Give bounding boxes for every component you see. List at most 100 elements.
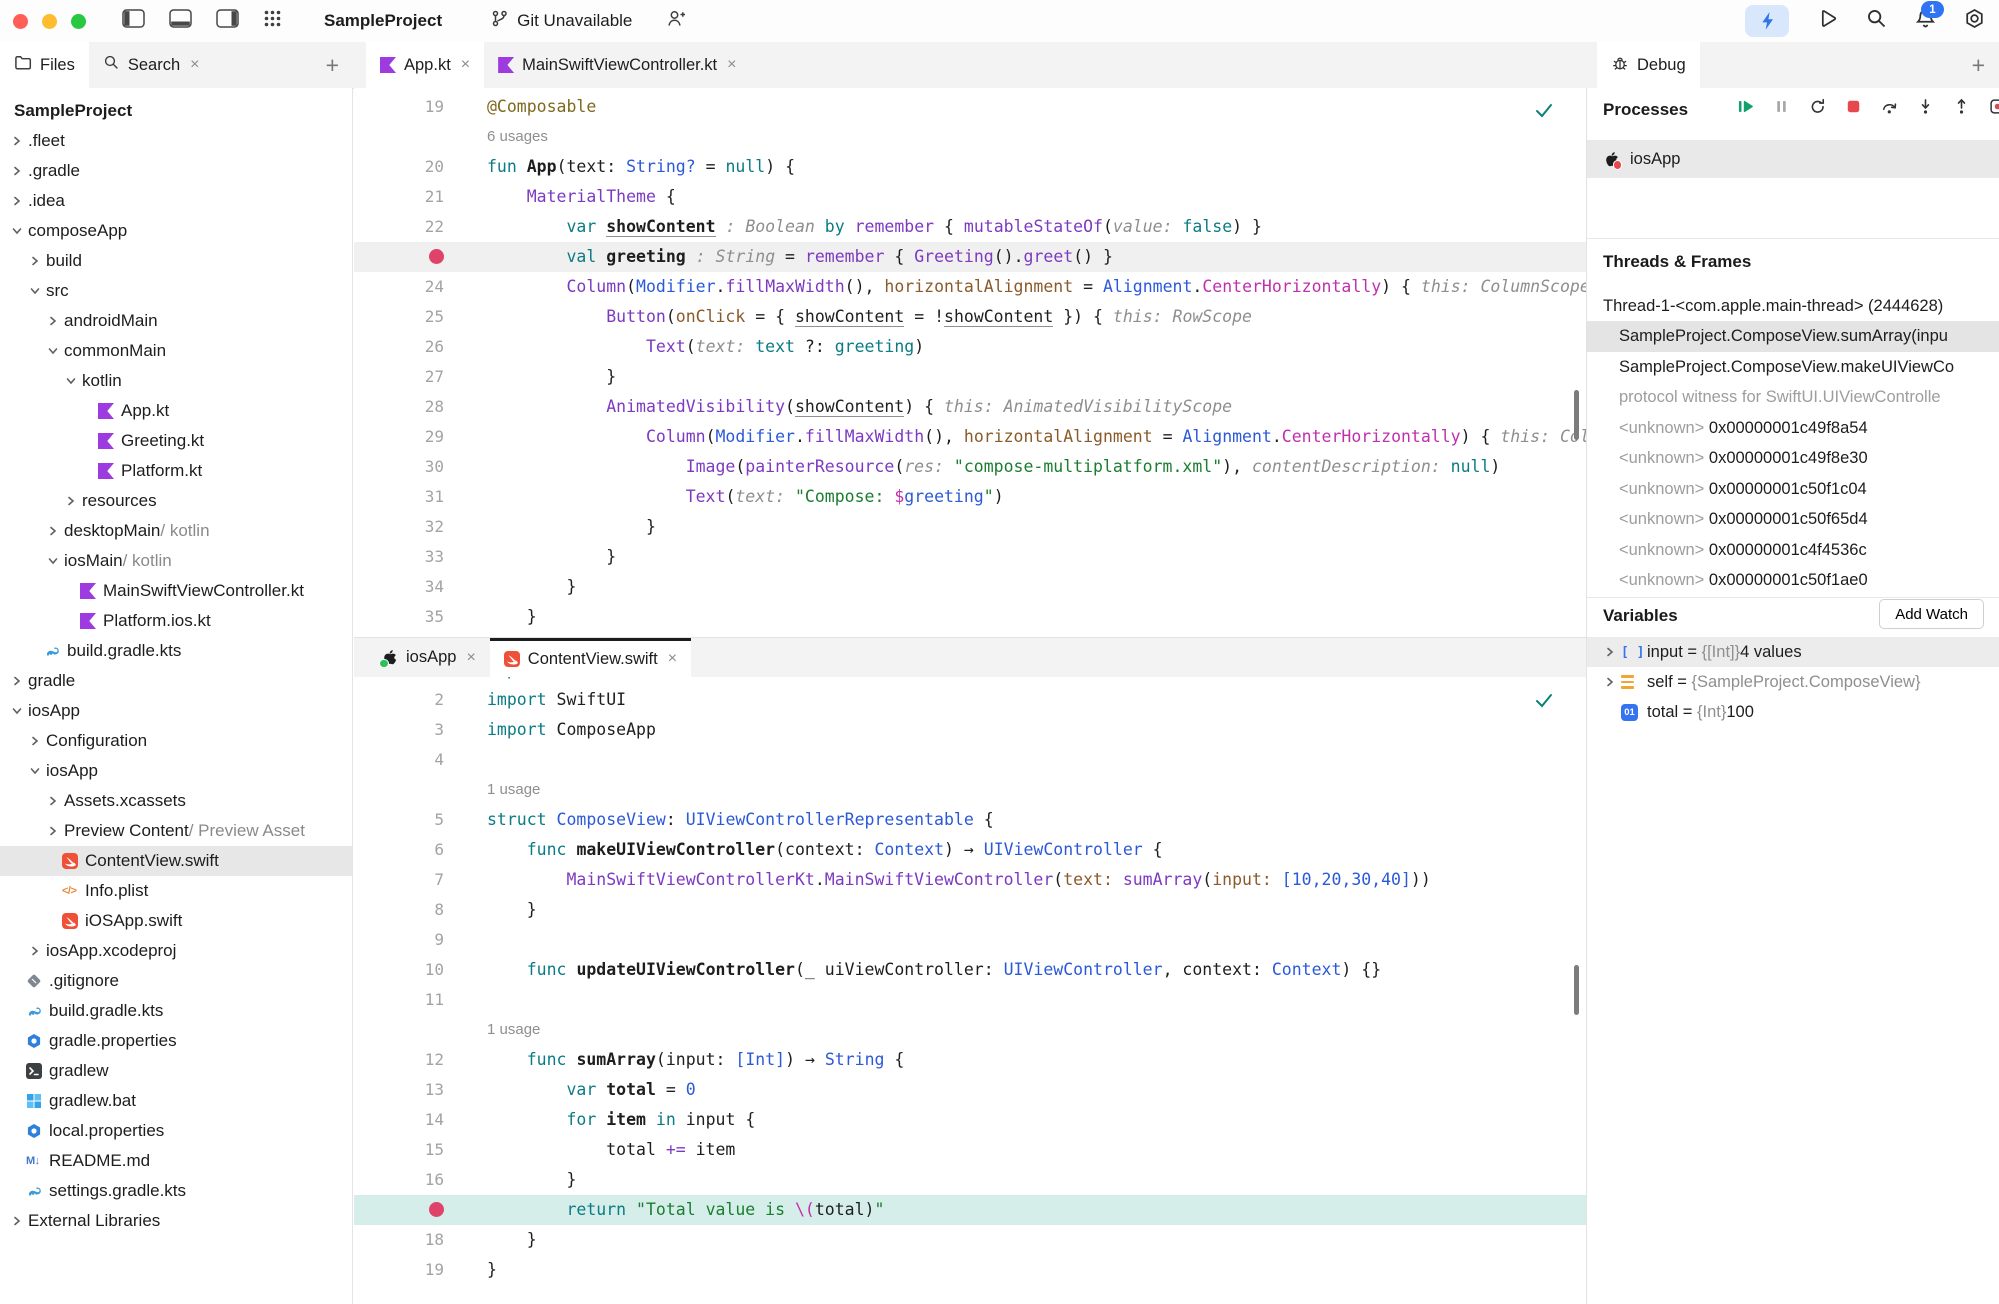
tree-item-gradle[interactable]: gradle [0,666,352,696]
close-icon[interactable]: × [727,56,736,74]
code-line-25[interactable]: 25 Button(onClick = { showContent = !sho… [354,302,1586,332]
tab-mainswiftviewcontroller-kt[interactable]: MainSwiftViewController.kt × [484,42,750,88]
code-line-23[interactable]: val greeting : String = remember { Greet… [354,242,1586,272]
chevron-down-icon[interactable] [8,225,26,237]
code-line-21[interactable]: 21 MaterialTheme { [354,182,1586,212]
code-line-5[interactable]: 5 struct ComposeView: UIViewControllerRep… [354,805,1586,835]
add-watch-button[interactable]: Add Watch [1879,599,1984,629]
code-line-22[interactable]: 22 var showContent : Boolean by remember… [354,212,1586,242]
gutter[interactable]: 34 [354,572,461,602]
tab-search[interactable]: Search × [89,42,214,88]
close-icon[interactable]: × [668,650,677,668]
settings-icon[interactable] [1964,8,1985,34]
search-icon[interactable] [1866,8,1887,34]
close-icon[interactable]: × [190,56,199,74]
toggle-right-panel-icon[interactable] [216,9,239,33]
gutter[interactable]: 24 [354,272,461,302]
chevron-right-icon[interactable] [44,795,62,807]
inspection-ok-icon[interactable] [1532,688,1556,717]
chevron-right-icon[interactable] [8,1215,26,1227]
code-line-17[interactable]: return "Total value is \(total)" [354,1195,1586,1225]
gutter[interactable]: 9 [354,925,461,955]
code-line-3[interactable]: 3 import ComposeApp [354,715,1586,745]
chevron-down-icon[interactable] [44,345,62,357]
gutter[interactable]: 26 [354,332,461,362]
chevron-down-icon[interactable] [44,555,62,567]
gutter[interactable]: 5 [354,805,461,835]
tree-item-desktopMain[interactable]: desktopMain / kotlin [0,516,352,546]
tree-item-build.gradle.kts[interactable]: build.gradle.kts [0,636,352,666]
code-line-13[interactable]: 13 var total = 0 [354,1075,1586,1105]
chevron-right-icon[interactable] [1599,676,1621,688]
gutter[interactable] [354,242,461,272]
stack-frame[interactable]: <unknown> 0x00000001c50f1c04 [1587,474,1999,505]
chevron-right-icon[interactable] [26,945,44,957]
new-panel-tab-button[interactable]: + [1958,52,1999,79]
tree-item-local.properties[interactable]: local.properties [0,1116,352,1146]
notifications-icon[interactable]: 1 [1915,1,1944,34]
gutter[interactable]: 27 [354,362,461,392]
breakpoint-icon[interactable] [429,249,444,264]
code-line-4[interactable]: 4 [354,745,1586,775]
stack-frame[interactable]: protocol witness for SwiftUI.UIViewContr… [1587,382,1999,413]
gutter[interactable]: 13 [354,1075,461,1105]
gutter[interactable]: 18 [354,1225,461,1255]
tree-item-commonMain[interactable]: commonMain [0,336,352,366]
tab-contentview-swift[interactable]: ContentView.swift × [489,638,692,677]
code-line-1[interactable]: 1import UIKit [354,677,1586,685]
step-into-icon[interactable] [1917,98,1934,115]
step-out-icon[interactable] [1953,98,1970,115]
tree-item-Greeting.kt[interactable]: Greeting.kt [0,426,352,456]
gutter[interactable]: 31 [354,482,461,512]
tree-item-Platform.ios.kt[interactable]: Platform.ios.kt [0,606,352,636]
tree-item-ContentView.swift[interactable]: ContentView.swift [0,846,352,876]
code-line-6[interactable]: 6 func makeUIViewController(context: Con… [354,835,1586,865]
code-line-12[interactable]: 12 func sumArray(input: [Int]) → String … [354,1045,1586,1075]
git-status[interactable]: Git Unavailable [490,9,632,33]
gutter[interactable]: 21 [354,182,461,212]
tree-item-gradlew.bat[interactable]: gradlew.bat [0,1086,352,1116]
tree-item-build[interactable]: build [0,246,352,276]
tree-item-build.gradle.kts[interactable]: build.gradle.kts [0,996,352,1026]
code-line-14[interactable]: 14 for item in input { [354,1105,1586,1135]
code-line-28[interactable]: 28 AnimatedVisibility(showContent) { thi… [354,392,1586,422]
code-line-20[interactable]: 20 fun App(text: String? = null) { [354,152,1586,182]
tree-item-iosApp[interactable]: iosApp [0,696,352,726]
minimize-window-icon[interactable] [42,13,57,29]
usages-hint[interactable]: 1 usage [354,775,1586,805]
gutter[interactable]: 19 [354,92,461,122]
tree-item-App.kt[interactable]: App.kt [0,396,352,426]
gutter[interactable]: 3 [354,715,461,745]
code-line-19[interactable]: 19} [354,1255,1586,1285]
gutter[interactable]: 33 [354,542,461,572]
chevron-right-icon[interactable] [44,825,62,837]
close-icon[interactable]: × [466,649,475,667]
variable-row-input[interactable]: [ ] input = {[Int]} 4 values [1587,637,1999,667]
new-tab-button[interactable]: + [312,52,353,79]
chevron-right-icon[interactable] [62,495,80,507]
gutter[interactable]: 8 [354,895,461,925]
code-line-16[interactable]: 16 } [354,1165,1586,1195]
process-row-iosapp[interactable]: iosApp [1587,140,1999,178]
stack-frame[interactable]: <unknown> 0x00000001c50f65d4 [1587,504,1999,535]
tab-iosapp-process[interactable]: iosApp × [367,638,490,677]
code-line-35[interactable]: 35 } [354,602,1586,632]
chevron-right-icon[interactable] [44,525,62,537]
tree-item-iosApp[interactable]: iosApp [0,756,352,786]
variable-row-self[interactable]: self = {SampleProject.ComposeView} [1587,667,1999,697]
gutter[interactable]: 22 [354,212,461,242]
chevron-right-icon[interactable] [8,675,26,687]
maximize-window-icon[interactable] [71,13,86,29]
tree-item-gradlew[interactable]: gradlew [0,1056,352,1086]
code-line-24[interactable]: 24 Column(Modifier.fillMaxWidth(), horiz… [354,272,1586,302]
stack-frame[interactable]: <unknown> 0x00000001c4f4536c [1587,535,1999,566]
toggle-bottom-panel-icon[interactable] [169,9,192,33]
stack-frame[interactable]: SampleProject.ComposeView.sumArray(inpu [1587,321,1999,352]
close-icon[interactable]: × [461,56,470,74]
tree-item-src[interactable]: src [0,276,352,306]
gutter[interactable]: 19 [354,1255,461,1285]
gutter[interactable]: 28 [354,392,461,422]
chevron-right-icon[interactable] [44,315,62,327]
run-icon[interactable] [1817,8,1838,34]
gutter[interactable]: 2 [354,685,461,715]
